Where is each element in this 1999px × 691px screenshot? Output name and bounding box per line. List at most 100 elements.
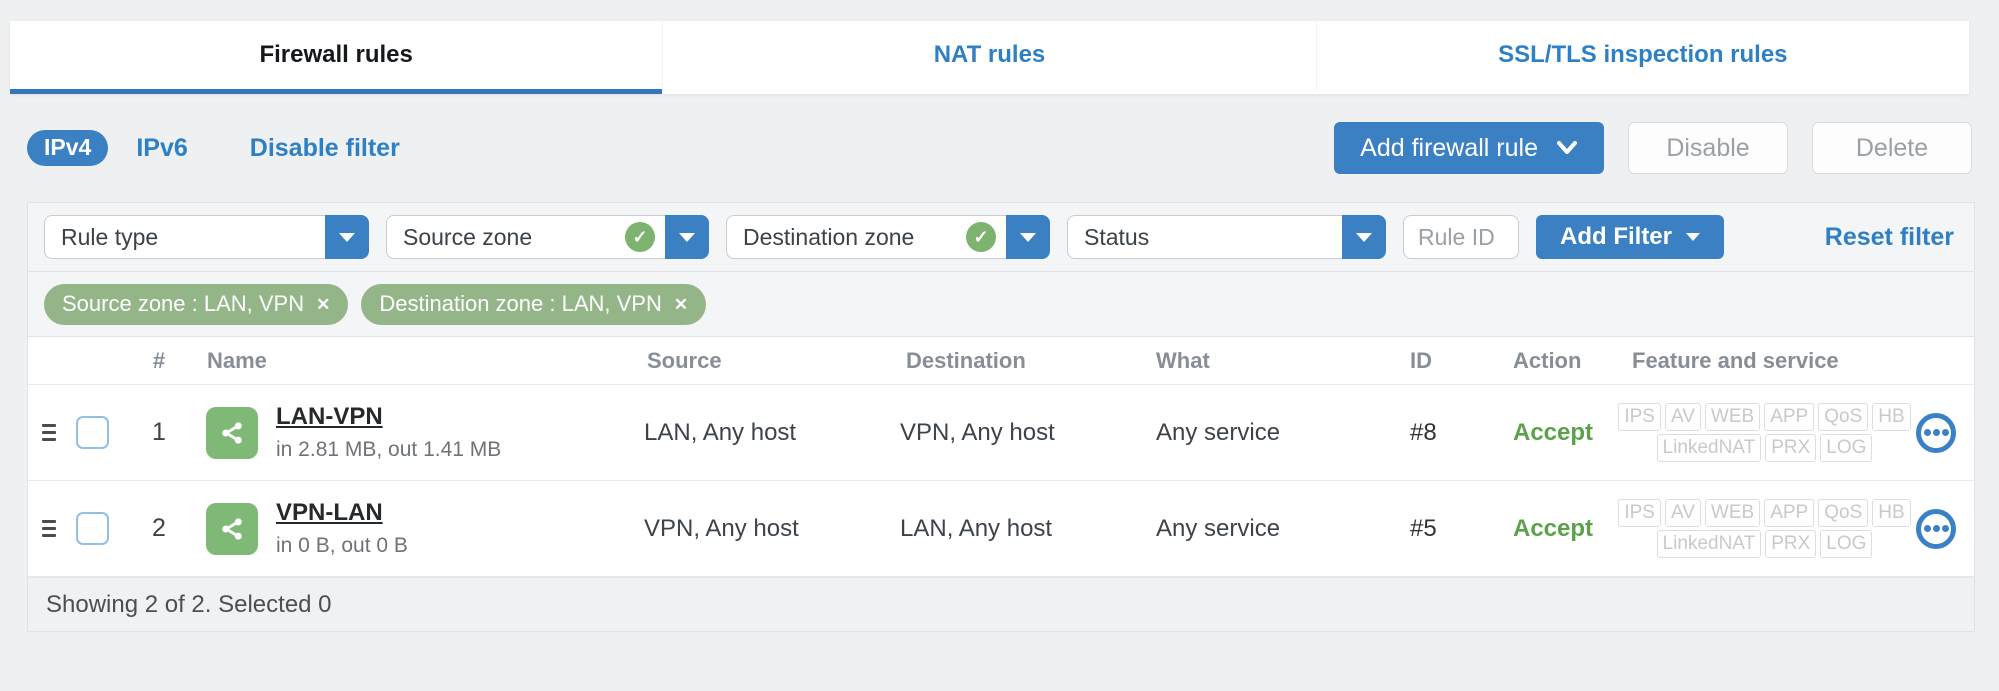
header-id: ID xyxy=(1410,347,1432,373)
add-filter-button[interactable]: Add Filter xyxy=(1536,215,1724,259)
remove-chip-icon[interactable]: ✕ xyxy=(674,296,688,313)
badge-qos: QoS xyxy=(1818,499,1869,527)
table-row: 2 VPN-LAN in 0 B, out 0 B VPN, Any host … xyxy=(28,481,1974,577)
disable-filter-link[interactable]: Disable filter xyxy=(250,134,400,163)
active-filter-chips: Source zone : LAN, VPN ✕ Destination zon… xyxy=(27,271,1975,336)
chip-source-zone-label: Source zone : LAN, VPN xyxy=(62,291,305,316)
rule-id-input[interactable] xyxy=(1403,215,1519,259)
row-actions-menu-icon[interactable] xyxy=(1916,508,1956,549)
header-feature-and-service: Feature and service xyxy=(1632,347,1839,373)
badge-web: WEB xyxy=(1704,499,1761,527)
destination-zone-dropdown-button[interactable] xyxy=(1006,215,1050,259)
feature-badges: IPS AV WEB APP QoS HB LinkedNAT PRX LOG xyxy=(1618,403,1911,462)
badge-app: APP xyxy=(1764,403,1815,431)
remove-chip-icon[interactable]: ✕ xyxy=(316,296,330,313)
header-number: # xyxy=(152,347,166,373)
row-number: 2 xyxy=(152,514,166,542)
ipv6-toggle[interactable]: IPv6 xyxy=(136,134,187,163)
ipv4-toggle[interactable]: IPv4 xyxy=(27,130,109,166)
status-label: Status xyxy=(1084,223,1150,250)
destination-zone-label: Destination zone xyxy=(743,223,915,250)
badge-qos: QoS xyxy=(1818,403,1869,431)
badge-prx: PRX xyxy=(1765,434,1817,462)
badge-av: AV xyxy=(1664,403,1701,431)
filter-bar: Rule type Source zone ✓ Destination zone… xyxy=(27,202,1975,271)
header-action: Action xyxy=(1513,347,1582,373)
caret-down-icon xyxy=(679,232,695,242)
tab-nat-rules[interactable]: NAT rules xyxy=(662,21,1315,94)
rule-type-share-icon xyxy=(206,502,258,555)
caret-down-icon xyxy=(1020,232,1036,242)
rule-type-dropdown-button[interactable] xyxy=(325,215,369,259)
caret-down-icon xyxy=(1356,232,1372,242)
destination-zone-field[interactable]: Destination zone ✓ xyxy=(726,215,1006,259)
drag-handle-icon[interactable] xyxy=(42,424,56,441)
rule-tabs: Firewall rules NAT rules SSL/TLS inspect… xyxy=(10,21,1969,94)
badge-log: LOG xyxy=(1820,434,1873,462)
row-checkbox[interactable] xyxy=(76,416,109,449)
drag-handle-icon[interactable] xyxy=(42,520,56,537)
caret-down-icon xyxy=(1686,233,1700,241)
chip-destination-zone-label: Destination zone : LAN, VPN xyxy=(379,291,662,316)
toolbar-buttons: Add firewall rule Disable Delete xyxy=(1334,122,1972,174)
source-zone-dropdown-button[interactable] xyxy=(665,215,709,259)
badge-linkednat: LinkedNAT xyxy=(1656,530,1762,558)
rule-type-field[interactable]: Rule type xyxy=(44,215,325,259)
rule-source: LAN, Any host xyxy=(644,418,797,446)
reset-filter-link[interactable]: Reset filter xyxy=(1825,223,1958,252)
rule-type-filter: Rule type xyxy=(44,215,369,259)
toolbar: IPv4 IPv6 Disable filter Add firewall ru… xyxy=(27,94,1972,202)
rule-name-link[interactable]: VPN-LAN xyxy=(276,499,383,526)
rule-type-share-icon xyxy=(206,406,258,459)
rule-source: VPN, Any host xyxy=(644,514,799,542)
rule-what: Any service xyxy=(1156,514,1281,542)
firewall-rules-table: # Name Source Destination What ID Action… xyxy=(27,336,1975,632)
caret-down-icon xyxy=(339,232,355,242)
rule-what: Any service xyxy=(1156,418,1281,446)
add-filter-label: Add Filter xyxy=(1560,223,1672,250)
rule-id: #5 xyxy=(1410,514,1437,542)
rule-type-label: Rule type xyxy=(61,223,159,250)
badge-prx: PRX xyxy=(1765,530,1817,558)
showing-count-text: Showing 2 of 2. Selected 0 xyxy=(46,590,332,618)
add-firewall-rule-button[interactable]: Add firewall rule xyxy=(1334,122,1604,174)
rule-traffic: in 0 B, out 0 B xyxy=(276,534,408,557)
rule-destination: VPN, Any host xyxy=(900,418,1055,446)
badge-linkednat: LinkedNAT xyxy=(1656,434,1762,462)
status-filter: Status xyxy=(1067,215,1386,259)
rule-id: #8 xyxy=(1410,418,1437,446)
rule-traffic: in 2.81 MB, out 1.41 MB xyxy=(276,438,502,461)
status-field[interactable]: Status xyxy=(1067,215,1342,259)
row-checkbox[interactable] xyxy=(76,512,109,545)
header-source: Source xyxy=(647,347,722,373)
rule-action: Accept xyxy=(1513,418,1594,446)
chip-destination-zone: Destination zone : LAN, VPN ✕ xyxy=(361,283,707,325)
chevron-down-icon xyxy=(1557,141,1577,154)
header-what: What xyxy=(1156,347,1210,373)
chip-source-zone: Source zone : LAN, VPN ✕ xyxy=(44,283,349,325)
tab-ssl-tls-inspection-rules[interactable]: SSL/TLS inspection rules xyxy=(1315,21,1969,94)
source-zone-label: Source zone xyxy=(403,223,533,250)
badge-app: APP xyxy=(1764,499,1815,527)
destination-zone-filter: Destination zone ✓ xyxy=(726,215,1050,259)
badge-log: LOG xyxy=(1820,530,1873,558)
row-actions-menu-icon[interactable] xyxy=(1916,412,1956,453)
badge-av: AV xyxy=(1664,499,1701,527)
row-number: 1 xyxy=(152,418,166,446)
badge-ips: IPS xyxy=(1618,403,1661,431)
header-name: Name xyxy=(207,347,267,373)
table-row: 1 LAN-VPN in 2.81 MB, out 1.41 MB LAN, A… xyxy=(28,385,1974,481)
filter-active-check-icon: ✓ xyxy=(625,222,655,252)
rule-action: Accept xyxy=(1513,514,1594,542)
filter-active-check-icon: ✓ xyxy=(966,222,996,252)
header-destination: Destination xyxy=(906,347,1026,373)
tab-firewall-rules[interactable]: Firewall rules xyxy=(10,21,663,94)
status-dropdown-button[interactable] xyxy=(1342,215,1386,259)
source-zone-filter: Source zone ✓ xyxy=(386,215,709,259)
source-zone-field[interactable]: Source zone ✓ xyxy=(386,215,665,259)
disable-button[interactable]: Disable xyxy=(1628,122,1788,174)
table-header-row: # Name Source Destination What ID Action… xyxy=(28,337,1974,385)
rule-name-link[interactable]: LAN-VPN xyxy=(276,403,383,430)
delete-button[interactable]: Delete xyxy=(1812,122,1972,174)
feature-badges: IPS AV WEB APP QoS HB LinkedNAT PRX LOG xyxy=(1618,499,1911,558)
